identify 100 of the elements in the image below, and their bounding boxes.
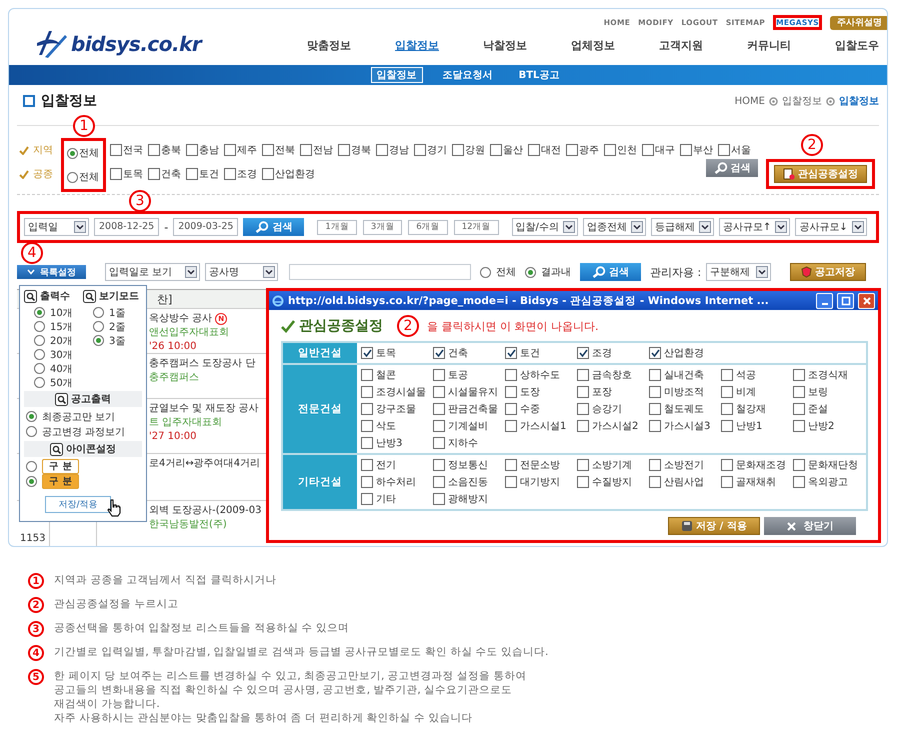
breadcrumb-link[interactable]: HOME bbox=[734, 96, 765, 106]
search-button[interactable]: 검색 bbox=[706, 159, 758, 177]
radio-button[interactable] bbox=[26, 426, 37, 437]
search-button[interactable]: 검색 bbox=[580, 263, 641, 281]
radio-button[interactable] bbox=[67, 172, 78, 182]
nav-tab[interactable]: 커뮤니티 bbox=[725, 38, 813, 53]
checkbox[interactable] bbox=[793, 476, 805, 488]
checkbox[interactable] bbox=[433, 403, 445, 415]
nav-tab[interactable]: 맞춤정보 bbox=[285, 38, 373, 53]
filter-dropdown[interactable]: 업종전체 bbox=[582, 218, 646, 236]
logo-text[interactable]: bidsys.co.kr bbox=[71, 32, 202, 56]
checkbox[interactable] bbox=[110, 144, 122, 156]
checkbox[interactable] bbox=[577, 459, 589, 471]
checkbox[interactable] bbox=[452, 144, 464, 156]
nav-tab[interactable]: 고객지원 bbox=[637, 38, 725, 53]
field-dropdown[interactable]: 공사명 bbox=[205, 263, 278, 281]
checkbox[interactable] bbox=[642, 144, 654, 156]
apply-button[interactable]: 저장/적용 bbox=[45, 496, 111, 512]
radio-button[interactable] bbox=[34, 335, 45, 346]
radio-button[interactable] bbox=[34, 321, 45, 332]
checkbox[interactable] bbox=[361, 386, 373, 398]
checkbox[interactable] bbox=[718, 144, 730, 156]
checkbox[interactable] bbox=[649, 459, 661, 471]
radio-button[interactable] bbox=[93, 335, 104, 346]
start-date-field[interactable]: 2008-12-25 bbox=[94, 218, 160, 236]
checkbox[interactable] bbox=[649, 347, 661, 359]
radio-button[interactable] bbox=[34, 307, 45, 318]
checkbox[interactable] bbox=[577, 476, 589, 488]
date-type-dropdown[interactable]: 입력일 bbox=[24, 218, 89, 236]
period-button[interactable]: 1개월 bbox=[317, 220, 357, 234]
checkbox[interactable] bbox=[566, 144, 578, 156]
checkbox[interactable] bbox=[793, 369, 805, 381]
checkbox[interactable] bbox=[721, 476, 733, 488]
checkbox[interactable] bbox=[148, 168, 160, 180]
checkbox[interactable] bbox=[577, 403, 589, 415]
subnav-tab[interactable]: 조달요청서 bbox=[436, 67, 499, 83]
radio-button[interactable] bbox=[26, 461, 37, 472]
checkbox[interactable] bbox=[505, 403, 517, 415]
checkbox[interactable] bbox=[505, 347, 517, 359]
breadcrumb-link[interactable]: 입찰정보 bbox=[839, 94, 879, 108]
list-settings-button[interactable]: 목록설정 bbox=[17, 265, 86, 279]
radio-button[interactable] bbox=[34, 377, 45, 388]
radio-button[interactable] bbox=[480, 266, 491, 278]
checkbox[interactable] bbox=[721, 369, 733, 381]
nav-tab[interactable]: 입찰정보 bbox=[373, 38, 461, 53]
period-button[interactable]: 3개월 bbox=[362, 220, 402, 234]
checkbox[interactable] bbox=[577, 386, 589, 398]
nav-tab[interactable]: 입찰도우 bbox=[813, 38, 887, 53]
checkbox[interactable] bbox=[224, 168, 236, 180]
checkbox[interactable] bbox=[505, 369, 517, 381]
checkbox[interactable] bbox=[361, 420, 373, 432]
period-button[interactable]: 12개월 bbox=[454, 220, 499, 234]
checkbox[interactable] bbox=[361, 493, 373, 505]
checkbox[interactable] bbox=[262, 144, 274, 156]
checkbox[interactable] bbox=[433, 420, 445, 432]
radio-button[interactable] bbox=[525, 266, 536, 278]
checkbox[interactable] bbox=[721, 459, 733, 471]
checkbox[interactable] bbox=[300, 144, 312, 156]
subnav-tab[interactable]: BTL공고 bbox=[512, 67, 566, 83]
checkbox[interactable] bbox=[577, 369, 589, 381]
checkbox[interactable] bbox=[721, 386, 733, 398]
checkbox[interactable] bbox=[433, 476, 445, 488]
search-field[interactable] bbox=[289, 264, 471, 280]
checkbox[interactable] bbox=[224, 144, 236, 156]
radio-button[interactable] bbox=[67, 148, 78, 158]
checkbox[interactable] bbox=[505, 386, 517, 398]
close-button[interactable]: 창닫기 bbox=[764, 517, 856, 535]
checkbox[interactable] bbox=[361, 369, 373, 381]
checkbox[interactable] bbox=[505, 459, 517, 471]
checkbox[interactable] bbox=[604, 144, 616, 156]
end-date-field[interactable]: 2009-03-25 bbox=[173, 218, 238, 236]
filter-dropdown[interactable]: 등급해제 bbox=[650, 218, 714, 236]
checkbox[interactable] bbox=[793, 420, 805, 432]
checkbox[interactable] bbox=[793, 459, 805, 471]
checkbox[interactable] bbox=[361, 459, 373, 471]
checkbox[interactable] bbox=[577, 347, 589, 359]
checkbox[interactable] bbox=[528, 144, 540, 156]
checkbox[interactable] bbox=[110, 168, 122, 180]
radio-button[interactable] bbox=[93, 321, 104, 332]
checkbox[interactable] bbox=[361, 476, 373, 488]
checkbox[interactable] bbox=[433, 369, 445, 381]
close-icon[interactable] bbox=[858, 292, 875, 308]
radio-button[interactable] bbox=[26, 411, 37, 422]
checkbox[interactable] bbox=[148, 144, 160, 156]
radio-button[interactable] bbox=[26, 476, 37, 487]
nav-tab[interactable]: 업체정보 bbox=[549, 38, 637, 53]
admin-dropdown[interactable]: 구분해제 bbox=[706, 263, 772, 281]
checkbox[interactable] bbox=[721, 420, 733, 432]
minimize-icon[interactable] bbox=[816, 292, 833, 308]
breadcrumb-link[interactable]: 입찰정보 bbox=[782, 94, 822, 108]
checkbox[interactable] bbox=[361, 403, 373, 415]
checkbox[interactable] bbox=[649, 386, 661, 398]
subnav-tab[interactable]: 입찰정보 bbox=[370, 67, 423, 83]
checkbox[interactable] bbox=[793, 403, 805, 415]
checkbox[interactable] bbox=[376, 144, 388, 156]
view-dropdown[interactable]: 입력일로 보기 bbox=[105, 263, 200, 281]
checkbox[interactable] bbox=[490, 144, 502, 156]
checkbox[interactable] bbox=[433, 459, 445, 471]
checkbox[interactable] bbox=[433, 437, 445, 449]
guide-button[interactable]: 주사위설명 bbox=[830, 16, 887, 30]
